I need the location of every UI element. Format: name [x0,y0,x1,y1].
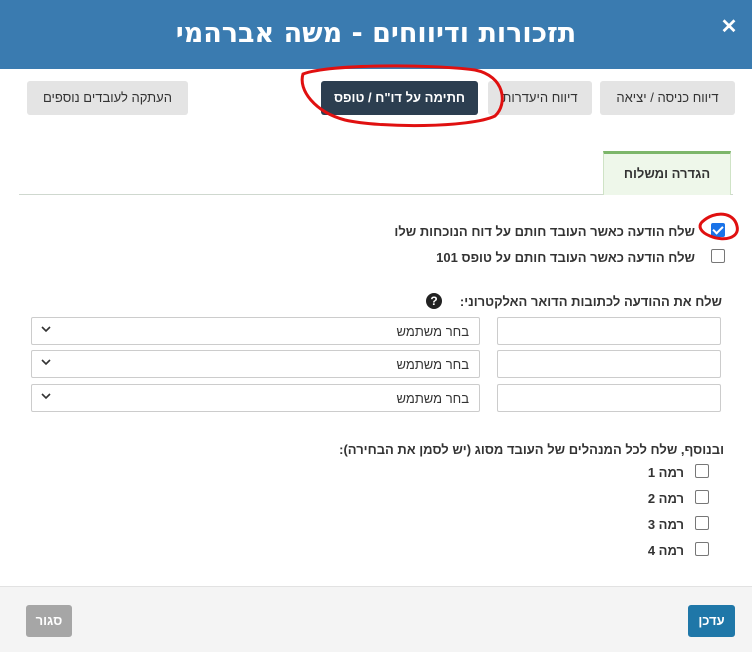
close-icon[interactable]: ✕ [720,14,738,38]
manager-level-3-label: רמה 3 [647,517,684,532]
manager-level-1-label: רמה 1 [647,465,684,480]
manager-level-2-checkbox[interactable] [695,490,709,504]
manager-level-4-checkbox[interactable] [695,542,709,556]
notify-attendance-signed-checkbox[interactable] [711,223,725,237]
notify-form101-signed-label: שלח הודעה כאשר העובד חותם על טופס 101 [436,250,695,265]
user-select-value: בחר משתמש [396,391,469,406]
user-select-value: בחר משתמש [396,324,469,339]
email-field-2[interactable] [497,350,721,378]
question-circle-icon[interactable]: ? [426,293,442,309]
chevron-down-icon [41,326,51,333]
notify-form101-signed-checkbox[interactable] [711,249,725,263]
user-select-1[interactable]: בחר משתמש [31,317,480,345]
reminders-dialog: תזכורות ודיווחים - משה אברהמי ✕ דיווח כנ… [0,0,752,652]
email-field-1[interactable] [497,317,721,345]
user-select-2[interactable]: בחר משתמש [31,350,480,378]
close-button[interactable]: סגור [26,605,72,637]
managers-section-label: ובנוסף, שלח לכל המנהלים של העובד מסוג (י… [339,442,724,457]
user-select-3[interactable]: בחר משתמש [31,384,480,412]
report-absence-button[interactable]: דיווח היעדרות [488,81,592,115]
manager-level-2-label: רמה 2 [647,491,684,506]
dialog-header: תזכורות ודיווחים - משה אברהמי ✕ [0,0,752,69]
sign-report-form-button[interactable]: חתימה על דו"ח / טופס [321,81,478,115]
email-field-3[interactable] [497,384,721,412]
manager-level-3-checkbox[interactable] [695,516,709,530]
dialog-title: תזכורות ודיווחים - משה אברהמי [175,18,577,49]
update-button[interactable]: עדכן [688,605,735,637]
dialog-footer: עדכן סגור [0,586,752,652]
copy-to-employees-button[interactable]: העתקה לעובדים נוספים [27,81,188,115]
user-select-value: בחר משתמש [396,357,469,372]
notify-attendance-signed-label: שלח הודעה כאשר העובד חותם על דוח הנוכחות… [394,224,695,239]
chevron-down-icon [41,359,51,366]
manager-level-1-checkbox[interactable] [695,464,709,478]
tab-setup-and-send[interactable]: הגדרה ומשלוח [603,151,731,195]
manager-level-4-label: רמה 4 [647,543,684,558]
chevron-down-icon [41,393,51,400]
report-entry-exit-button[interactable]: דיווח כניסה / יציאה [600,81,735,115]
email-section-label: שלח את ההודעה לכתובות הדואר האלקטרוני: [459,294,722,309]
